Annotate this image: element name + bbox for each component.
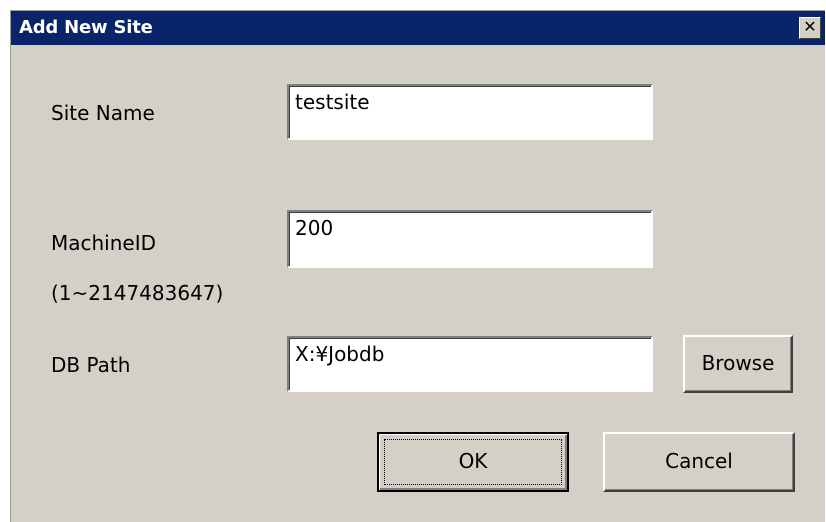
- ok-button[interactable]: OK: [377, 432, 569, 492]
- title-bar[interactable]: Add New Site ✕: [11, 11, 825, 45]
- browse-button[interactable]: Browse: [683, 335, 793, 393]
- close-button[interactable]: ✕: [799, 17, 821, 39]
- cancel-button-label: Cancel: [665, 449, 733, 473]
- add-new-site-dialog: Add New Site ✕ Site Name testsite Machin…: [10, 10, 825, 522]
- site-name-label: Site Name: [51, 101, 155, 125]
- browse-button-label: Browse: [701, 351, 775, 375]
- close-icon: ✕: [803, 17, 817, 36]
- machine-id-label: MachineID: [51, 231, 157, 255]
- cancel-button[interactable]: Cancel: [603, 432, 795, 492]
- machine-id-field[interactable]: 200: [287, 210, 653, 268]
- focus-ring: [384, 439, 562, 485]
- db-path-field[interactable]: X:¥Jobdb: [287, 336, 653, 392]
- site-name-field[interactable]: testsite: [287, 84, 653, 140]
- dialog-title: Add New Site: [19, 17, 153, 38]
- machine-id-range-label: (1~2147483647): [51, 281, 224, 305]
- db-path-label: DB Path: [51, 353, 131, 377]
